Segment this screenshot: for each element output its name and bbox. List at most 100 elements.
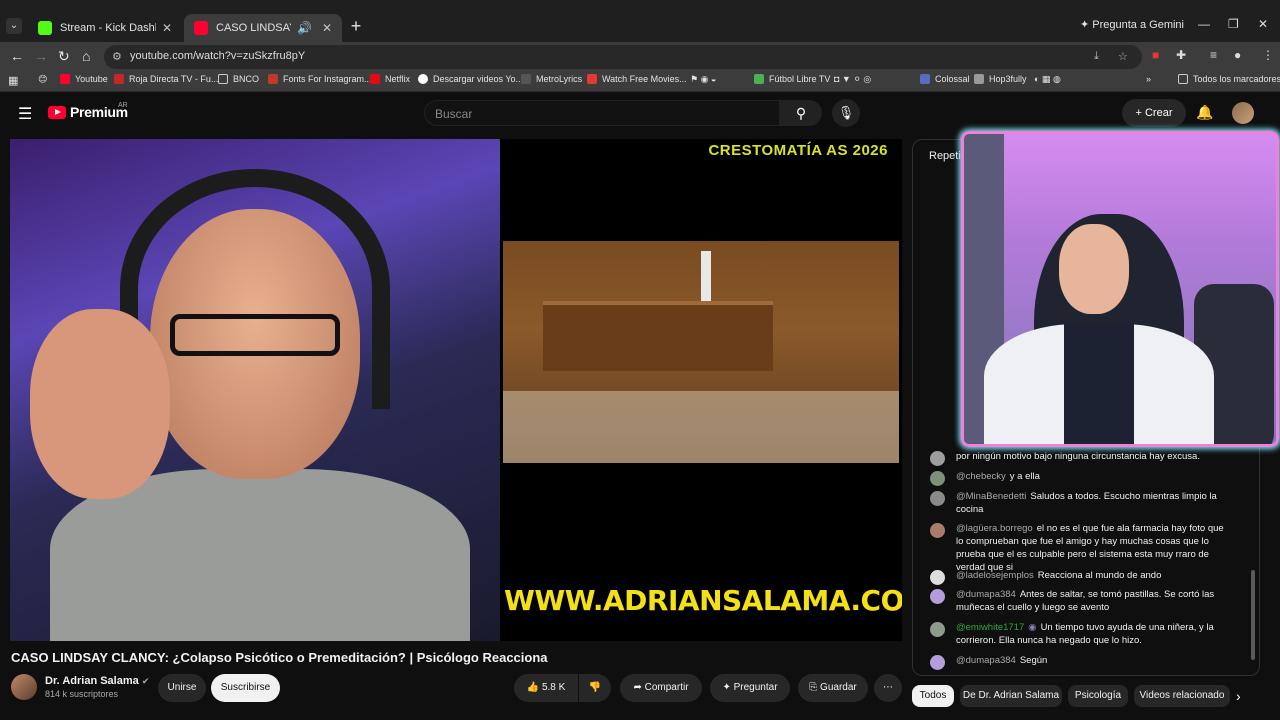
chat-author[interactable]: @ladelosejemplos: [956, 570, 1034, 581]
site-info-icon[interactable]: ⚙: [112, 50, 122, 63]
close-tab-icon[interactable]: ✕: [322, 21, 332, 35]
region-code: AR: [118, 102, 128, 109]
chat-author[interactable]: @dumapa384: [956, 655, 1016, 666]
forward-icon[interactable]: →: [34, 48, 48, 64]
back-icon[interactable]: ←: [10, 48, 24, 64]
more-actions-button[interactable]: ⋯: [874, 674, 902, 702]
dislike-button[interactable]: 👎: [579, 674, 611, 702]
browser-tab-strip: ⌄ Stream - Kick Dashboard ✕ CASO LINDSAY…: [0, 0, 1280, 42]
chip-all[interactable]: Todos: [912, 685, 954, 707]
speaker-icon[interactable]: 🔊: [297, 21, 312, 35]
url-text: youtube.com/watch?v=zuSkzfru8pY: [130, 50, 306, 62]
youtube-premium-logo[interactable]: Premium AR: [48, 102, 128, 120]
bookmark-label: Watch Free Movies...: [602, 74, 687, 84]
bookmark-label: Fútbol Libre TV: [769, 74, 831, 84]
all-bookmarks-folder[interactable]: Todos los marcadores: [1178, 74, 1280, 84]
chat-author[interactable]: @lagüera.borrego: [956, 523, 1033, 534]
more-bookmarks-icon[interactable]: »: [1146, 74, 1151, 84]
join-button[interactable]: Unirse: [158, 674, 206, 702]
bookmark-metrolyrics[interactable]: MetroLyrics: [521, 74, 582, 84]
bookmark-descargar[interactable]: Descargar videos Yo...: [418, 74, 523, 84]
bookmark-youtube[interactable]: Youtube: [60, 74, 108, 84]
subscribe-button[interactable]: Suscribirse: [211, 674, 280, 702]
extensions-puzzle-icon[interactable]: ✚: [1176, 48, 1186, 62]
tab-kick-dashboard[interactable]: Stream - Kick Dashboard ✕: [28, 14, 182, 42]
menu-kebab-icon[interactable]: ⋮: [1262, 48, 1274, 62]
slide-headline: CRESTOMATÍA AS 2026: [708, 142, 888, 159]
close-window-icon[interactable]: ✕: [1258, 17, 1268, 31]
netflix-icon: [370, 74, 380, 84]
search-button[interactable]: ⚲: [780, 100, 822, 126]
like-button[interactable]: 👍 5.8 K: [514, 674, 578, 702]
new-tab-button[interactable]: +: [346, 17, 366, 37]
chat-author[interactable]: @MinaBenedetti: [956, 491, 1026, 502]
folder-icon: [218, 74, 228, 84]
restore-icon[interactable]: ❐: [1228, 17, 1239, 31]
address-toolbar: ← → ↻ ⌂ ⚙ youtube.com/watch?v=zuSkzfru8p…: [0, 42, 1280, 70]
chat-scrollbar[interactable]: [1251, 570, 1255, 660]
hamburger-menu-icon[interactable]: ☰: [18, 104, 32, 124]
bookmark-netflix[interactable]: Netflix: [370, 74, 410, 84]
bookmark-fonts[interactable]: Fonts For Instagram...: [268, 74, 372, 84]
chat-message: @emiwhite1717 ◉ Un tiempo tuvo ayuda de un…: [930, 621, 1230, 647]
chip-label: De Dr. Adrian Salama: [962, 690, 1060, 701]
search-input[interactable]: Buscar: [424, 100, 780, 126]
media-icon[interactable]: ≡: [1210, 48, 1217, 62]
chevron-right-icon[interactable]: ›: [1236, 688, 1241, 704]
bookmark-bnco[interactable]: BNCO: [218, 74, 259, 84]
chat-message: @MinaBenedetti Saludos a todos. Escucho m…: [930, 490, 1230, 516]
extra-bookmark-icons[interactable]: ⚑ ◉ ◒: [690, 74, 716, 85]
bookmark-futbol-libre[interactable]: Fútbol Libre TV: [754, 74, 830, 84]
home-icon[interactable]: ⌂: [82, 48, 90, 64]
chat-message: @ladelosejemplos Reacciona al mundo de an…: [930, 569, 1230, 585]
bookmark-roja-directa[interactable]: Roja Directa TV - Fu...: [114, 74, 218, 84]
channel-name[interactable]: Dr. Adrian Salama ✔: [45, 675, 149, 687]
chat-author[interactable]: @chebecky: [956, 471, 1006, 482]
bookmark-label: Hop3fully: [989, 74, 1027, 84]
ask-button[interactable]: ✦ Preguntar: [710, 674, 790, 702]
chip-psychology[interactable]: Psicología: [1068, 685, 1128, 707]
more-horizontal-icon: ⋯: [883, 682, 893, 693]
reload-icon[interactable]: ↻: [58, 48, 70, 65]
share-button[interactable]: ➦ Compartir: [620, 674, 702, 702]
channel-avatar[interactable]: [11, 674, 37, 700]
create-button[interactable]: + Crear: [1122, 99, 1186, 127]
extension-icon[interactable]: ■: [1152, 48, 1159, 62]
tab-youtube-video[interactable]: CASO LINDSAY CLANCY: ¿C 🔊 ✕: [184, 14, 342, 42]
video-slide: CRESTOMATÍA AS 2026 WWW.ADRIANSALAMA.COM: [500, 139, 902, 641]
tab-search-icon[interactable]: ⌄: [6, 18, 22, 34]
notifications-bell-icon[interactable]: 🔔: [1196, 104, 1213, 121]
subscriber-count: 814 k suscriptores: [45, 689, 119, 699]
like-count: 5.8 K: [541, 682, 566, 693]
install-icon[interactable]: ⤓: [1094, 50, 1099, 63]
bookmark-label: Netflix: [385, 74, 411, 84]
bookmark-icon: ⎘: [809, 682, 818, 693]
bookmark-watch-free-movies[interactable]: Watch Free Movies...: [587, 74, 687, 84]
profile-icon[interactable]: ●: [1234, 48, 1241, 62]
chat-author[interactable]: @emiwhite1717: [956, 622, 1024, 633]
apps-grid-icon[interactable]: ▦: [8, 74, 18, 87]
chat-header[interactable]: Repeti: [929, 150, 961, 162]
youtube-header: ☰ Premium AR Buscar ⚲ 🎙 + Crear 🔔: [0, 92, 1280, 134]
chat-author[interactable]: @dumapa384: [956, 589, 1016, 600]
save-button[interactable]: ⎘ Guardar: [798, 674, 868, 702]
minimize-icon[interactable]: —: [1198, 17, 1210, 31]
gemini-button[interactable]: ✦ Pregunta a Gemini: [1080, 18, 1184, 31]
chat-avatar: [930, 523, 945, 538]
account-avatar[interactable]: [1232, 102, 1254, 124]
chip-from-channel[interactable]: De Dr. Adrian Salama: [960, 685, 1062, 707]
bookmark-star-icon[interactable]: ☆: [1118, 50, 1128, 63]
streamer-facecam-overlay: [961, 131, 1279, 447]
close-tab-icon[interactable]: ✕: [162, 21, 172, 35]
chat-text: y a ella: [1009, 471, 1040, 482]
bookmark-colossal[interactable]: Colossal: [920, 74, 970, 84]
video-player[interactable]: CRESTOMATÍA AS 2026 WWW.ADRIANSALAMA.COM: [10, 139, 902, 641]
extra-bookmark-icons-2[interactable]: ◘ ▼ ⚪ ◎: [834, 74, 871, 85]
extra-bookmark-icons-3[interactable]: ◐ ▦ ◍: [1034, 74, 1061, 85]
verified-check-icon: ✔: [141, 676, 150, 686]
voice-search-button[interactable]: 🎙: [832, 99, 860, 127]
url-bar[interactable]: ⚙ youtube.com/watch?v=zuSkzfru8pY ⤓ ☆: [104, 45, 1142, 69]
chip-related[interactable]: Videos relacionado: [1134, 685, 1230, 707]
bookmark-hop3fully[interactable]: Hop3fully: [974, 74, 1027, 84]
emoji-bookmark-icon[interactable]: 😊: [38, 74, 47, 85]
